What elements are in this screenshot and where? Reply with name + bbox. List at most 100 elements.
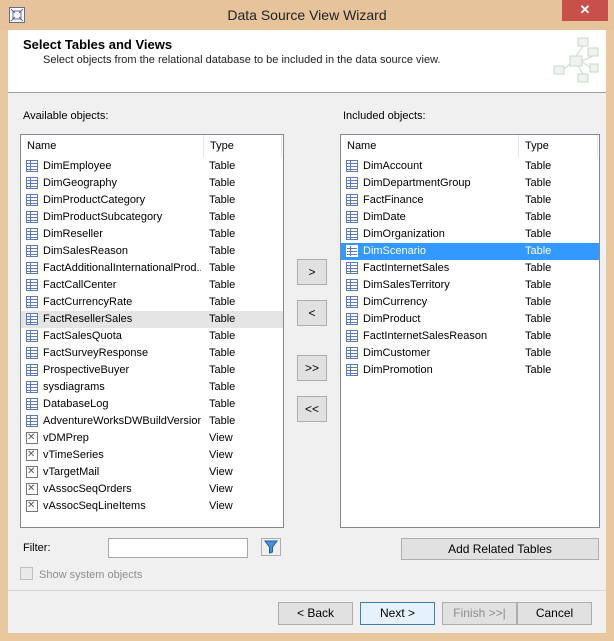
object-name: FactInternetSales xyxy=(363,262,450,274)
available-list-item[interactable]: vAssocSeqOrders View xyxy=(21,480,283,498)
object-name: ProspectiveBuyer xyxy=(43,364,130,376)
table-icon xyxy=(346,364,358,376)
available-list-item[interactable]: FactAdditionalInternationalProd... Table xyxy=(21,260,283,277)
included-list-item[interactable]: FactFinance Table xyxy=(341,192,599,209)
available-list-item[interactable]: FactCallCenter Table xyxy=(21,277,283,294)
add-all-button[interactable]: >> xyxy=(297,355,327,381)
included-list-item[interactable]: DimDate Table xyxy=(341,209,599,226)
object-type: Table xyxy=(525,313,552,325)
object-type: Table xyxy=(525,330,552,342)
available-list-item[interactable]: FactSurveyResponse Table xyxy=(21,345,283,362)
available-col-type[interactable]: Type xyxy=(204,135,282,157)
object-type: Table xyxy=(209,262,236,274)
included-list-item[interactable]: FactInternetSalesReason Table xyxy=(341,328,599,345)
included-col-name[interactable]: Name xyxy=(341,135,519,157)
object-type: Table xyxy=(525,364,552,376)
object-name: FactSurveyResponse xyxy=(43,347,149,359)
object-name: DimProduct xyxy=(363,313,421,325)
available-list-item[interactable]: FactSalesQuota Table xyxy=(21,328,283,345)
remove-object-button[interactable]: < xyxy=(297,300,327,326)
included-col-type[interactable]: Type xyxy=(519,135,598,157)
title-bar[interactable]: Data Source View Wizard ✕ xyxy=(0,0,614,30)
object-type: View xyxy=(209,449,233,461)
available-list-item[interactable]: DimProductCategory Table xyxy=(21,192,283,209)
available-list-item[interactable]: DimReseller Table xyxy=(21,226,283,243)
finish-button[interactable]: Finish >>| xyxy=(442,602,517,625)
add-related-tables-button[interactable]: Add Related Tables xyxy=(401,538,599,560)
included-list-item[interactable]: DimCurrency Table xyxy=(341,294,599,311)
object-type: Table xyxy=(209,381,236,393)
object-type: Table xyxy=(525,279,552,291)
object-type: Table xyxy=(525,296,552,308)
available-list-item[interactable]: ProspectiveBuyer Table xyxy=(21,362,283,379)
available-list-item[interactable]: DimSalesReason Table xyxy=(21,243,283,260)
back-button[interactable]: < Back xyxy=(278,602,353,625)
checkbox-box[interactable] xyxy=(20,567,33,580)
included-list-item[interactable]: DimScenario Table xyxy=(341,243,599,260)
footer-separator xyxy=(8,590,606,591)
object-name: DimScenario xyxy=(363,245,426,257)
show-system-objects-checkbox[interactable]: Show system objects xyxy=(20,567,142,581)
available-list-item[interactable]: vAssocSeqLineItems View xyxy=(21,497,283,515)
included-list-header: Name Type xyxy=(341,135,599,157)
close-button[interactable]: ✕ xyxy=(562,0,608,21)
object-name: vAssocSeqLineItems xyxy=(43,500,146,512)
table-icon xyxy=(346,296,358,308)
filter-input[interactable] xyxy=(108,538,248,558)
object-type: Table xyxy=(209,313,236,325)
included-list-item[interactable]: DimOrganization Table xyxy=(341,226,599,243)
add-object-button[interactable]: > xyxy=(297,259,327,285)
available-list-item[interactable]: DimEmployee Table xyxy=(21,158,283,175)
table-icon xyxy=(26,415,38,427)
wizard-client-area: Select Tables and Views Select objects f… xyxy=(8,30,606,633)
object-type: Table xyxy=(209,160,236,172)
table-icon xyxy=(26,347,38,359)
available-objects-list[interactable]: Name Type DimEmployee Table DimGeography Ta… xyxy=(20,134,284,528)
view-icon xyxy=(26,480,38,497)
next-button[interactable]: Next > xyxy=(360,602,435,625)
available-list-item[interactable]: DatabaseLog Table xyxy=(21,396,283,413)
available-list-item[interactable]: AdventureWorksDWBuildVersion Table xyxy=(21,413,283,430)
included-rows: DimAccount Table DimDepartmentGroup Table Fa… xyxy=(341,158,599,379)
available-list-item[interactable]: FactCurrencyRate Table xyxy=(21,294,283,311)
included-list-item[interactable]: DimProduct Table xyxy=(341,311,599,328)
available-list-item[interactable]: FactResellerSales Table xyxy=(21,311,283,328)
included-list-item[interactable]: DimAccount Table xyxy=(341,158,599,175)
included-list-item[interactable]: DimPromotion Table xyxy=(341,362,599,379)
included-list-item[interactable]: FactInternetSales Table xyxy=(341,260,599,277)
object-name: DimCustomer xyxy=(363,347,431,359)
object-type: Table xyxy=(209,279,236,291)
object-type: View xyxy=(209,483,233,495)
object-name: DimProductCategory xyxy=(43,194,146,206)
included-list-item[interactable]: DimCustomer Table xyxy=(341,345,599,362)
object-name: DimDepartmentGroup xyxy=(363,177,471,189)
show-system-objects-label: Show system objects xyxy=(39,569,143,581)
object-name: FactFinance xyxy=(363,194,424,206)
available-list-item[interactable]: vDMPrep View xyxy=(21,429,283,447)
available-col-name[interactable]: Name xyxy=(21,135,204,157)
available-list-item[interactable]: vTimeSeries View xyxy=(21,446,283,464)
window-title: Data Source View Wizard xyxy=(227,7,387,23)
cancel-button[interactable]: Cancel xyxy=(517,602,592,625)
object-type: Table xyxy=(209,296,236,308)
table-icon xyxy=(346,177,358,189)
object-name: DimProductSubcategory xyxy=(43,211,163,223)
object-type: Table xyxy=(525,245,552,257)
table-icon xyxy=(26,296,38,308)
included-list-item[interactable]: DimDepartmentGroup Table xyxy=(341,175,599,192)
available-list-item[interactable]: DimGeography Table xyxy=(21,175,283,192)
included-objects-list[interactable]: Name Type DimAccount Table DimDepartmentGr… xyxy=(340,134,600,528)
available-list-item[interactable]: DimProductSubcategory Table xyxy=(21,209,283,226)
page-subtitle: Select objects from the relational datab… xyxy=(43,54,441,66)
wizard-header: Select Tables and Views Select objects f… xyxy=(8,30,606,93)
object-name: vTargetMail xyxy=(43,466,100,478)
available-list-item[interactable]: vTargetMail View xyxy=(21,463,283,481)
object-name: vTimeSeries xyxy=(43,449,104,461)
remove-all-button[interactable]: << xyxy=(297,396,327,422)
included-list-item[interactable]: DimSalesTerritory Table xyxy=(341,277,599,294)
funnel-icon xyxy=(264,540,278,554)
filter-button[interactable] xyxy=(261,538,281,556)
available-list-item[interactable]: sysdiagrams Table xyxy=(21,379,283,396)
table-icon xyxy=(26,262,38,274)
table-icon xyxy=(346,347,358,359)
